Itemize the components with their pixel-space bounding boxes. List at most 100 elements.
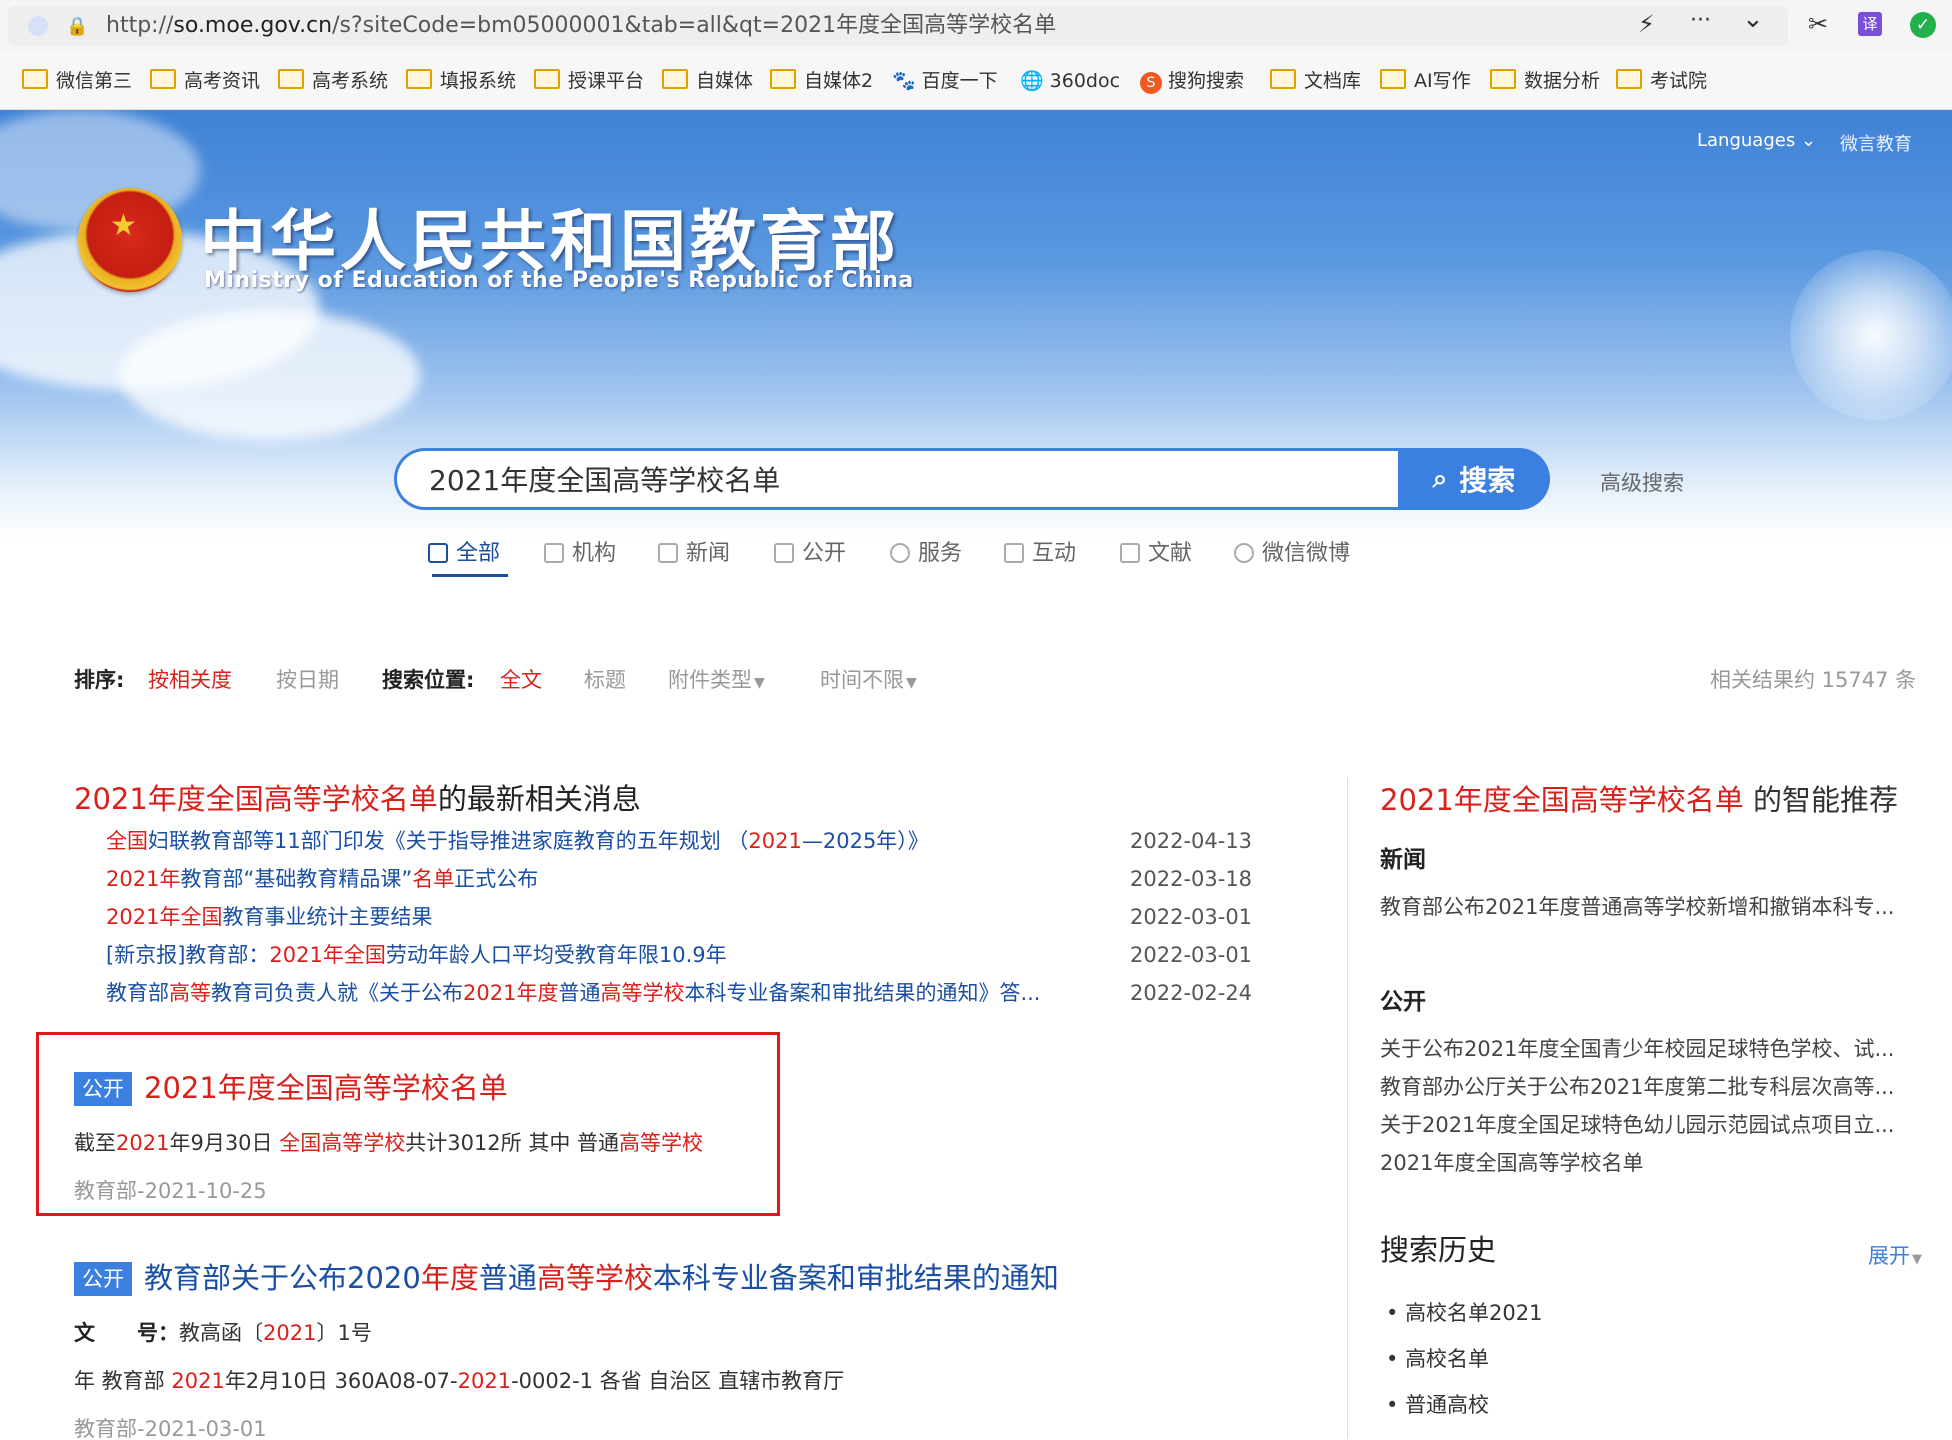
tab-organization[interactable]: 机构 bbox=[544, 538, 616, 570]
bookmark-item[interactable]: 高考系统 bbox=[278, 66, 388, 96]
history-item[interactable]: • 高校名单 bbox=[1386, 1344, 1489, 1374]
caret-down-icon: ▼ bbox=[906, 675, 917, 691]
text-segment: 2021年度 bbox=[463, 981, 559, 1005]
time-range-dropdown[interactable]: 时间不限 ▼ bbox=[820, 664, 917, 699]
tab-public[interactable]: 公开 bbox=[774, 538, 846, 570]
text-segment: 2021 bbox=[116, 1131, 170, 1155]
result-meta: 教育部-2021-03-01 bbox=[74, 1417, 267, 1440]
bookmark-item[interactable]: 自媒体2 bbox=[770, 66, 873, 96]
news-link[interactable]: 2021年教育部“基础教育精品课”名单正式公布 bbox=[106, 864, 538, 894]
news-link[interactable]: [新京报]教育部：2021年全国劳动年龄人口平均受教育年限10.9年 bbox=[106, 940, 727, 970]
baidu-paw-icon: 🐾 bbox=[892, 70, 916, 92]
search-icon: ⌕ bbox=[1432, 463, 1448, 494]
news-date: 2022-03-01 bbox=[1130, 905, 1253, 929]
text-segment: 〕1号 bbox=[316, 1321, 372, 1345]
search-input[interactable] bbox=[394, 448, 1398, 510]
languages-menu[interactable]: Languages ⌄ bbox=[1697, 130, 1816, 151]
translate-icon[interactable]: 译 bbox=[1858, 12, 1882, 36]
sort-date[interactable]: 按日期 bbox=[276, 664, 339, 696]
text-segment: 教育部“基础教育精品课” bbox=[180, 867, 413, 891]
bookmark-item[interactable]: 高考资讯 bbox=[150, 66, 260, 96]
recommend-public-item[interactable]: 教育部办公厅关于公布2021年度第二批专科层次高等... bbox=[1380, 1072, 1926, 1102]
chevron-down-icon: ⌄ bbox=[1800, 130, 1817, 151]
text-segment: 2021年 bbox=[106, 867, 181, 891]
recommend-public-item[interactable]: 关于公布2021年度全国青少年校园足球特色学校、试... bbox=[1380, 1034, 1926, 1064]
tab-service[interactable]: 服务 bbox=[890, 538, 962, 570]
folder-icon bbox=[1380, 69, 1406, 89]
active-tab-underline bbox=[432, 574, 508, 577]
text-segment: 正式公布 bbox=[454, 867, 539, 891]
tab-literature[interactable]: 文献 bbox=[1120, 538, 1192, 570]
public-badge: 公开 bbox=[74, 1072, 132, 1106]
bookmark-item[interactable]: 授课平台 bbox=[534, 66, 644, 96]
text-segment: 妇联教育部等11部门印发《关于指导推进家庭教育的五年规划 （ bbox=[148, 829, 749, 853]
recommend-news-item[interactable]: 教育部公布2021年度普通高等学校新增和撤销本科专... bbox=[1380, 892, 1926, 922]
public-badge: 公开 bbox=[74, 1262, 132, 1296]
news-link[interactable]: 全国妇联教育部等11部门印发《关于指导推进家庭教育的五年规划 （2021—202… bbox=[106, 826, 929, 856]
news-icon bbox=[658, 543, 678, 563]
recommend-public-item[interactable]: 2021年度全国高等学校名单 bbox=[1380, 1148, 1926, 1178]
tab-news[interactable]: 新闻 bbox=[658, 538, 730, 570]
folder-icon bbox=[278, 69, 304, 89]
sort-label: 排序: bbox=[74, 668, 125, 692]
emblem-star-icon: ★ bbox=[110, 208, 137, 243]
text-segment: 普通 bbox=[558, 981, 601, 1005]
folder-icon bbox=[662, 69, 688, 89]
tab-wechat-weibo[interactable]: 微信微博 bbox=[1234, 538, 1350, 570]
caret-down-icon: ▼ bbox=[754, 675, 765, 691]
text-segment: 本科专业备案和审批结果的通知》答... bbox=[684, 981, 1041, 1005]
position-title[interactable]: 标题 bbox=[584, 664, 626, 696]
bookmark-item[interactable]: 自媒体 bbox=[662, 66, 753, 96]
check-icon[interactable]: ✓ bbox=[1910, 12, 1936, 38]
bookmark-item[interactable]: 微信第三 bbox=[22, 66, 132, 96]
bookmark-item[interactable]: AI写作 bbox=[1380, 66, 1471, 96]
news-link[interactable]: 教育部高等教育司负责人就《关于公布2021年度普通高等学校本科专业备案和审批结果… bbox=[106, 978, 1040, 1008]
position-fulltext[interactable]: 全文 bbox=[500, 664, 542, 696]
chat-icon bbox=[1004, 543, 1024, 563]
cloud-decoration bbox=[120, 310, 420, 440]
insecure-lock-icon[interactable]: 🔒 bbox=[66, 16, 88, 37]
scissors-icon[interactable]: ✂ bbox=[1808, 10, 1828, 38]
text-segment: 高等学校 bbox=[536, 1261, 653, 1295]
result-title[interactable]: 2021年度全国高等学校名单 bbox=[144, 1068, 508, 1108]
text-segment: 截至 bbox=[74, 1131, 116, 1155]
bookmark-item[interactable]: 🌐 360doc bbox=[1020, 66, 1120, 96]
text-segment: 高等 bbox=[169, 981, 211, 1005]
text-segment: 2021 bbox=[457, 1369, 512, 1393]
lightning-icon[interactable]: ⚡ bbox=[1638, 10, 1655, 38]
tab-all[interactable]: 全部 bbox=[428, 538, 500, 570]
history-item[interactable]: • 高校名单2021 bbox=[1386, 1298, 1543, 1328]
folder-icon bbox=[150, 69, 176, 89]
sort-relevance[interactable]: 按相关度 bbox=[148, 664, 232, 696]
text-segment: 2021年全国 bbox=[106, 905, 223, 929]
tab-interaction[interactable]: 互动 bbox=[1004, 538, 1076, 570]
chevron-down-icon[interactable]: ⌄ bbox=[1742, 4, 1764, 34]
text-segment: 年 教育部 bbox=[74, 1369, 172, 1393]
result-title[interactable]: 教育部关于公布2020年度普通高等学校本科专业备案和审批结果的通知 bbox=[144, 1258, 1059, 1298]
weiyan-link[interactable]: 微言教育 bbox=[1840, 130, 1912, 156]
text-segment: 年度 bbox=[420, 1261, 479, 1295]
text-segment: 教育事业统计主要结果 bbox=[222, 905, 433, 929]
news-link[interactable]: 2021年全国教育事业统计主要结果 bbox=[106, 902, 432, 932]
history-expand-toggle[interactable]: 展开 ▼ bbox=[1868, 1240, 1922, 1270]
news-date: 2022-04-13 bbox=[1130, 829, 1253, 853]
history-item[interactable]: • 普通高校 bbox=[1386, 1390, 1489, 1420]
bookmark-item[interactable]: 文档库 bbox=[1270, 66, 1361, 96]
more-icon[interactable]: ··· bbox=[1690, 8, 1711, 33]
wechat-icon bbox=[1234, 543, 1254, 563]
bookmark-item[interactable]: S 搜狗搜索 bbox=[1140, 66, 1244, 96]
bookmark-item[interactable]: 🐾 百度一下 bbox=[892, 66, 998, 96]
recommend-public-item[interactable]: 关于2021年度全国足球特色幼儿园示范园试点项目立... bbox=[1380, 1110, 1926, 1140]
bookmark-item[interactable]: 填报系统 bbox=[406, 66, 516, 96]
bookmark-item[interactable]: 数据分析 bbox=[1490, 66, 1600, 96]
text-segment: 文 号： bbox=[74, 1321, 179, 1345]
folder-icon bbox=[1270, 69, 1296, 89]
attachment-type-dropdown[interactable]: 附件类型 ▼ bbox=[668, 664, 765, 699]
search-button[interactable]: ⌕ 搜索 bbox=[1398, 448, 1550, 510]
bookmark-item[interactable]: 考试院 bbox=[1616, 66, 1707, 96]
url-text[interactable]: http://so.moe.gov.cn/s?siteCode=bm050000… bbox=[106, 8, 1056, 44]
heart-icon bbox=[890, 543, 910, 563]
news-date: 2022-02-24 bbox=[1130, 981, 1253, 1005]
advanced-search-link[interactable]: 高级搜索 bbox=[1600, 467, 1684, 497]
caret-down-icon: ▼ bbox=[1912, 1252, 1922, 1267]
